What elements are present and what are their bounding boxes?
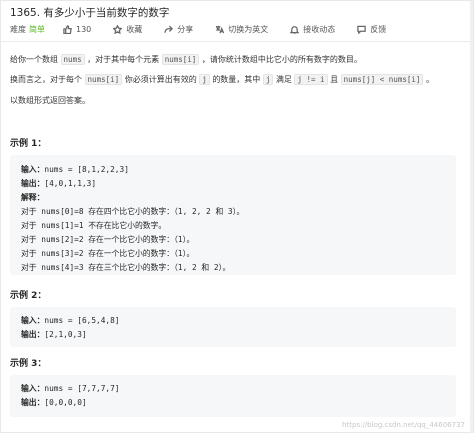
example-3-input: 输入：nums = [7,7,7,7] [21,384,120,393]
translate-icon [216,25,225,33]
desc-text: 的数量，其中 [212,75,261,84]
favorite-label: 收藏 [126,24,143,34]
problem-panel: 1365. 有多少小于当前数字的数字 难度 简单 130 收藏 分享 切换为英文… [0,0,474,433]
notify-button[interactable]: 接收动态 [290,24,335,35]
difficulty-label: 难度 [10,24,26,34]
switch-language-label: 切换为英文 [228,24,269,34]
star-icon [113,24,123,34]
difficulty-badge: 简单 [29,24,45,34]
desc-text: 。 [425,75,434,84]
problem-toolbar: 难度 简单 130 收藏 分享 切换为英文 接收动态 反馈 [10,22,408,36]
inline-code: j [199,74,210,85]
notify-label: 接收动态 [303,24,336,34]
thumbs-up-icon [63,24,72,34]
problem-title: 1365. 有多少小于当前数字的数字 [10,7,170,19]
example-1-input: 输入：nums = [8,1,2,2,3] [21,165,129,174]
example-2-output: 输出：[2,1,0,3] [21,330,87,339]
example-1-explanation-line: 对于 nums[1]=1 不存在比它小的数字。 [21,221,167,230]
description-paragraph-2: 换而言之，对于每个 nums[i] 你必须计算出有效的 j 的数量，其中 j 满… [10,74,434,85]
example-2-block: 输入：nums = [6,5,4,8] 输出：[2,1,0,3] [10,307,456,347]
scrollbar-track[interactable] [470,1,473,433]
example-1-output: 输出：[4,0,1,1,3] [21,179,97,188]
example-1-explanation-line: 对于 nums[4]=3 存在三个比它小的数字：（1, 2 和 2）。 [21,263,231,272]
feedback-label: 反馈 [370,24,387,34]
desc-text: ，对于其中每个元素 [87,55,160,64]
share-icon [164,25,174,33]
example-3-title: 示例 3： [10,359,47,369]
example-2-title: 示例 2： [10,291,47,301]
example-3-output: 输出：[0,0,0,0] [21,398,87,407]
bell-icon [290,25,300,34]
feedback-button[interactable]: 反馈 [357,24,386,35]
example-1-explanation-line: 对于 nums[2]=2 存在一个比它小的数字：（1）。 [21,235,195,244]
inline-code: j != i [294,74,328,85]
example-2-input: 输入：nums = [6,5,4,8] [21,316,120,325]
share-button[interactable]: 分享 [164,24,193,35]
desc-text: ，请你统计数组中比它小的所有数字的数目。 [201,55,362,64]
example-1-explanation-line: 对于 nums[0]=8 存在四个比它小的数字：（1, 2, 2 和 3）。 [21,207,245,216]
description-paragraph-1: 给你一个数组 nums ，对于其中每个元素 nums[i] ，请你统计数组中比它… [10,54,362,65]
favorite-button[interactable]: 收藏 [113,24,142,35]
desc-text: 且 [330,75,339,84]
example-1-title: 示例 1： [10,139,47,149]
header-divider [1,41,474,42]
like-button[interactable]: 130 [63,25,91,34]
desc-text: 满足 [275,75,292,84]
inline-code: nums [60,54,85,65]
inline-code: nums[i] [161,54,200,65]
feedback-icon [357,25,367,34]
example-1-block: 输入：nums = [8,1,2,2,3] 输出：[4,0,1,1,3] 解释：… [10,155,456,275]
inline-code: j [262,74,274,85]
desc-text: 你必须计算出有效的 [124,75,197,84]
desc-text: 给你一个数组 [10,55,58,64]
description-paragraph-3: 以数组形式返回答案。 [10,96,90,105]
example-1-explanation-label: 解释： [21,193,45,202]
switch-language-button[interactable]: 切换为英文 [215,24,268,35]
inline-code: nums[j] < nums[i] [340,74,424,85]
like-count: 130 [76,24,92,34]
example-1-explanation-line: 对于 nums[3]=2 存在一个比它小的数字：（1）。 [21,249,195,258]
desc-text: 换而言之，对于每个 [10,75,82,84]
watermark: https://blog.csdn.net/qq_44606737 [342,421,465,429]
share-label: 分享 [177,24,194,34]
example-3-block: 输入：nums = [7,7,7,7] 输出：[0,0,0,0] [10,375,456,417]
inline-code: nums[i] [84,74,123,85]
